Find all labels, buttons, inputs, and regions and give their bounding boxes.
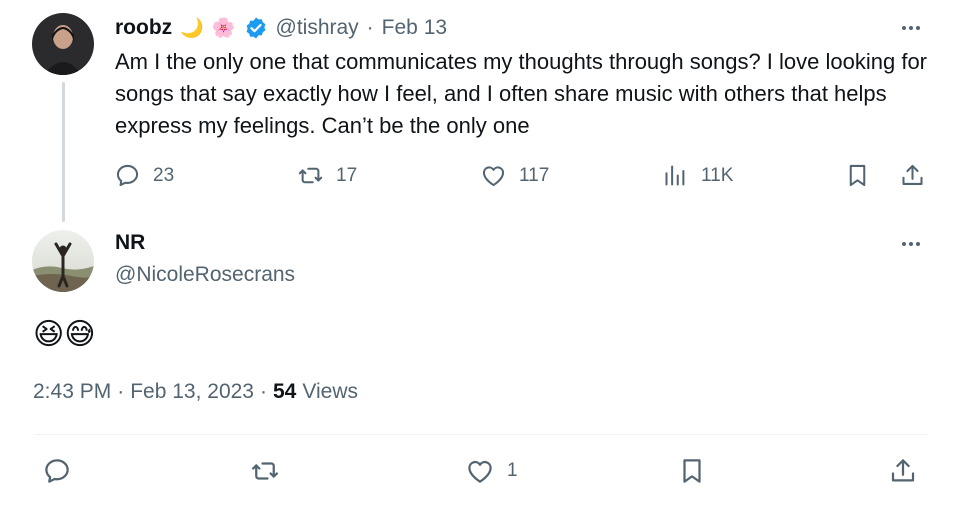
handle[interactable]: @tishray	[276, 16, 359, 40]
avatar-nr[interactable]	[32, 230, 94, 292]
share-button[interactable]	[888, 456, 918, 486]
tweet-text: Am I the only one that communicates my t…	[115, 49, 928, 138]
bookmark-button[interactable]	[677, 456, 707, 486]
reply-icon	[116, 164, 139, 187]
like-icon	[468, 460, 492, 483]
verified-badge-icon	[244, 16, 268, 40]
like-count: 1	[507, 460, 518, 481]
tweet-header: roobz 🌙 🌸 @tishray · Feb 13	[115, 13, 447, 43]
bookmark-icon	[683, 459, 701, 483]
thread-line	[62, 82, 65, 222]
like-icon	[482, 166, 505, 187]
reply-icon	[45, 459, 69, 483]
views-count: 54	[272, 380, 297, 403]
views-button[interactable]: 11K	[662, 162, 733, 189]
share-icon	[891, 459, 915, 482]
crescent-moon-emoji: 🌙	[180, 18, 204, 39]
separator-dot: ·	[117, 380, 125, 403]
reply-button[interactable]: 23	[114, 162, 174, 189]
reply-button[interactable]	[42, 456, 72, 486]
display-name[interactable]: roobz	[115, 16, 172, 40]
tweet-time[interactable]: 2:43 PM	[33, 380, 111, 404]
handle[interactable]: @NicoleRosecrans	[115, 263, 295, 287]
view-count: 11K	[701, 164, 734, 186]
share-button[interactable]	[899, 162, 926, 189]
bookmark-icon	[849, 164, 866, 187]
separator-dot: ·	[259, 380, 267, 403]
views-icon	[665, 165, 685, 186]
bookmark-button[interactable]	[844, 162, 871, 189]
share-icon	[902, 164, 923, 185]
tweet-date[interactable]: Feb 13, 2023	[130, 380, 254, 404]
like-button[interactable]: 1	[465, 456, 518, 486]
divider	[34, 434, 927, 435]
cherry-blossom-emoji: 🌸	[211, 18, 236, 39]
retweet-button[interactable]: 17	[297, 162, 357, 189]
retweet-count: 17	[336, 164, 358, 186]
more-icon[interactable]	[902, 26, 920, 30]
more-icon[interactable]	[902, 242, 920, 246]
reply-count: 23	[153, 164, 175, 186]
avatar-roobz[interactable]	[32, 13, 94, 75]
display-name[interactable]: NR	[115, 231, 145, 255]
retweet-icon	[252, 462, 278, 480]
tweet-date[interactable]: Feb 13	[382, 16, 447, 40]
separator-dot: ·	[366, 16, 374, 39]
retweet-icon	[298, 167, 323, 184]
reply-text: 😆😅	[33, 318, 96, 351]
like-count: 117	[519, 164, 550, 186]
like-button[interactable]: 117	[480, 162, 549, 189]
retweet-button[interactable]	[250, 456, 280, 486]
views-label: Views	[302, 380, 358, 403]
tweet-metadata: 2:43 PM · Feb 13, 2023 · 54 Views	[33, 380, 358, 404]
